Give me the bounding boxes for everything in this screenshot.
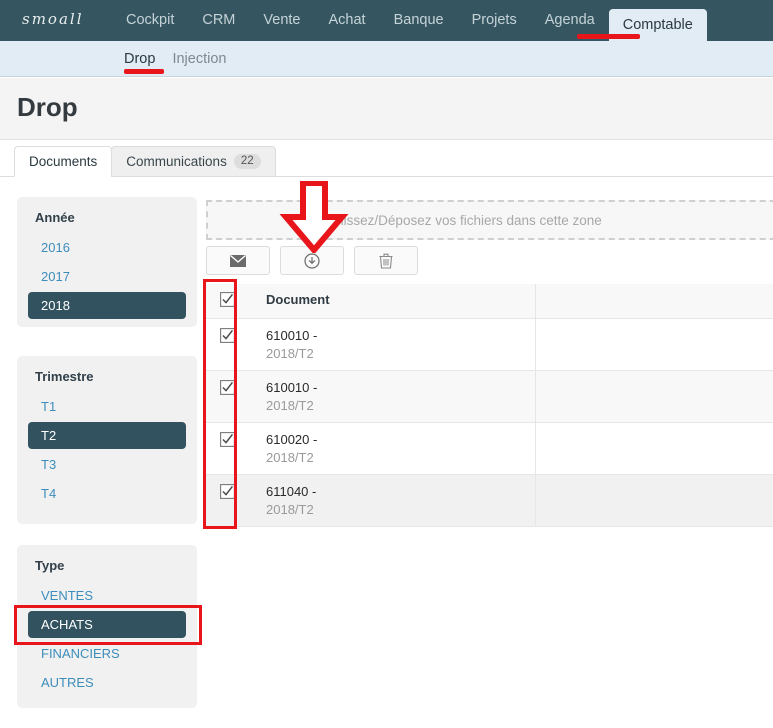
- filter-title-type: Type: [35, 558, 65, 573]
- page-title: Drop: [17, 92, 78, 122]
- table-row[interactable]: 610020 - 2018/T2: [206, 422, 773, 475]
- nav-item-comptable[interactable]: Comptable: [608, 9, 707, 41]
- download-button[interactable]: [280, 246, 344, 275]
- envelope-icon: [230, 254, 246, 267]
- document-toolbar: [206, 246, 428, 275]
- nav-item-cockpit[interactable]: Cockpit: [112, 0, 188, 41]
- row-checkbox[interactable]: [220, 380, 254, 398]
- document-period: 2018/T2: [266, 502, 314, 517]
- table-row[interactable]: 610010 - 2018/T2: [206, 318, 773, 371]
- filter-panel-annee: Année 2016 2017 2018: [17, 197, 197, 327]
- tab-communications[interactable]: Communications 22: [111, 146, 276, 177]
- send-mail-button[interactable]: [206, 246, 270, 275]
- table-column-divider: [535, 284, 536, 527]
- documents-table-head: Document: [206, 284, 773, 319]
- filter-option-t3[interactable]: T3: [28, 451, 186, 478]
- column-header-extra: [536, 284, 773, 319]
- row-extra-cell: [536, 318, 773, 371]
- document-code: 611040 -: [266, 484, 317, 499]
- table-row[interactable]: 611040 - 2018/T2: [206, 474, 773, 527]
- nav-item-projets[interactable]: Projets: [458, 0, 531, 41]
- filter-option-2017[interactable]: 2017: [28, 263, 186, 290]
- filter-panel-trimestre: Trimestre T1 T2 T3 T4: [17, 356, 197, 524]
- brand-logo[interactable]: smoall: [0, 0, 112, 41]
- tab-communications-label: Communications: [126, 153, 227, 169]
- row-checkbox[interactable]: [220, 328, 254, 346]
- documents-table-body: 610010 - 2018/T2 610010 - 2018/T2 610020…: [206, 318, 773, 527]
- filter-title-trimestre: Trimestre: [35, 369, 94, 384]
- filter-option-autres[interactable]: AUTRES: [28, 669, 186, 696]
- filter-option-t2[interactable]: T2: [28, 422, 186, 449]
- select-all-checkbox[interactable]: [220, 292, 254, 310]
- tab-communications-badge: 22: [233, 153, 261, 170]
- row-document-cell[interactable]: 610010 - 2018/T2: [254, 370, 536, 423]
- document-period: 2018/T2: [266, 450, 314, 465]
- nav-item-vente[interactable]: Vente: [249, 0, 314, 41]
- nav-item-banque[interactable]: Banque: [380, 0, 458, 41]
- top-navbar: smoall Cockpit CRM Vente Achat Banque Pr…: [0, 0, 773, 41]
- row-checkbox[interactable]: [220, 432, 254, 450]
- delete-button[interactable]: [354, 246, 418, 275]
- row-select-cell[interactable]: [206, 370, 254, 423]
- document-code: 610010 -: [266, 380, 318, 395]
- filter-option-achats[interactable]: ACHATS: [28, 611, 186, 638]
- trash-icon: [379, 253, 393, 269]
- dropzone-label: Glissez/Déposez vos fichiers dans cette …: [330, 212, 602, 228]
- filter-option-t4[interactable]: T4: [28, 480, 186, 507]
- document-period: 2018/T2: [266, 398, 314, 413]
- row-select-cell[interactable]: [206, 474, 254, 527]
- documents-table: Document 610010 - 2018/T2 610010 - 2018/…: [206, 284, 773, 527]
- tab-documents[interactable]: Documents: [14, 146, 113, 177]
- file-dropzone[interactable]: Glissez/Déposez vos fichiers dans cette …: [206, 200, 773, 240]
- document-period: 2018/T2: [266, 346, 314, 361]
- row-extra-cell: [536, 370, 773, 423]
- row-select-cell[interactable]: [206, 422, 254, 475]
- column-header-document[interactable]: Document: [254, 284, 536, 319]
- document-code: 610010 -: [266, 328, 318, 343]
- row-checkbox[interactable]: [220, 484, 254, 502]
- subnav-item-drop[interactable]: Drop: [124, 51, 155, 67]
- download-circle-icon: [304, 252, 320, 269]
- filter-option-financiers[interactable]: FINANCIERS: [28, 640, 186, 667]
- filter-option-t1[interactable]: T1: [28, 393, 186, 420]
- filter-title-annee: Année: [35, 210, 75, 225]
- document-code: 610020 -: [266, 432, 318, 447]
- table-header-row: Document: [206, 284, 773, 319]
- sub-navbar: Drop Injection: [0, 41, 773, 77]
- page-header: Drop: [0, 78, 773, 140]
- filter-option-2016[interactable]: 2016: [28, 234, 186, 261]
- nav-item-achat[interactable]: Achat: [314, 0, 379, 41]
- table-row[interactable]: 610010 - 2018/T2: [206, 370, 773, 423]
- row-extra-cell: [536, 474, 773, 527]
- select-all-cell[interactable]: [206, 284, 254, 319]
- filter-option-ventes[interactable]: VENTES: [28, 582, 186, 609]
- subnav-item-injection[interactable]: Injection: [172, 51, 226, 67]
- row-document-cell[interactable]: 611040 - 2018/T2: [254, 474, 536, 527]
- row-extra-cell: [536, 422, 773, 475]
- navbar-items: Cockpit CRM Vente Achat Banque Projets A…: [112, 0, 707, 41]
- row-select-cell[interactable]: [206, 318, 254, 371]
- row-document-cell[interactable]: 610020 - 2018/T2: [254, 422, 536, 475]
- nav-item-crm[interactable]: CRM: [188, 0, 249, 41]
- row-document-cell[interactable]: 610010 - 2018/T2: [254, 318, 536, 371]
- tab-documents-label: Documents: [29, 153, 98, 169]
- filter-option-2018[interactable]: 2018: [28, 292, 186, 319]
- nav-item-agenda[interactable]: Agenda: [531, 0, 609, 41]
- content-tabs: Documents Communications 22: [14, 146, 276, 177]
- filter-panel-type: Type VENTES ACHATS FINANCIERS AUTRES: [17, 545, 197, 708]
